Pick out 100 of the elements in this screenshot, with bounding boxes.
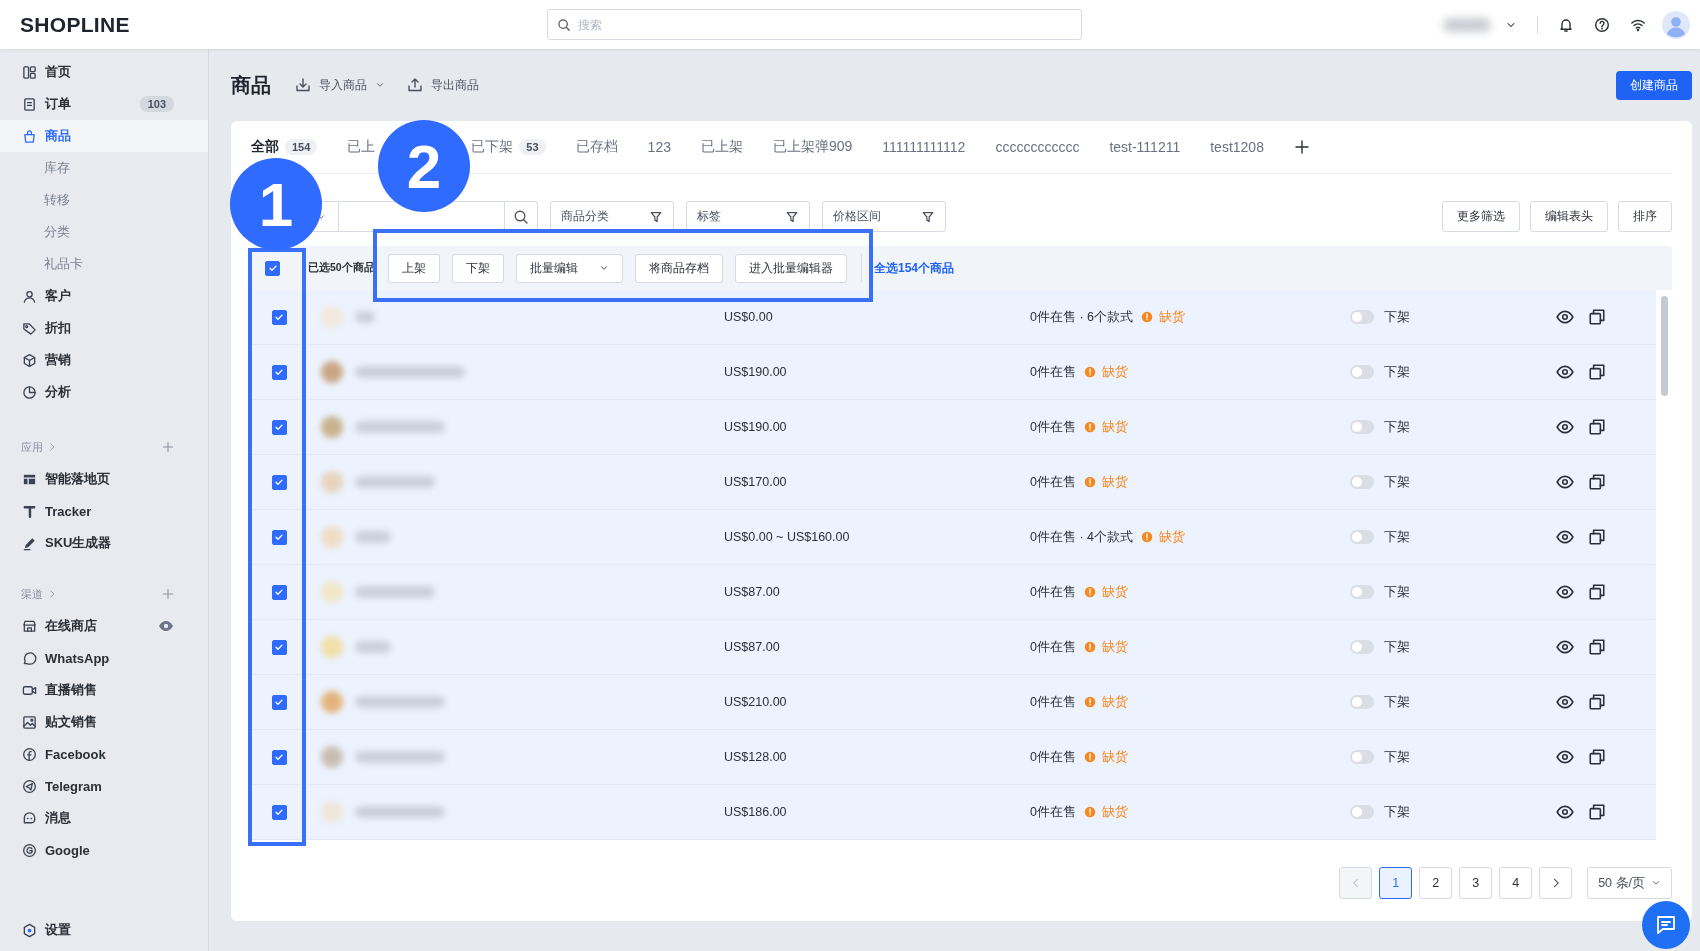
tab[interactable]: 已上架	[700, 138, 743, 156]
copy-icon[interactable]	[1588, 528, 1606, 546]
sidebar-item[interactable]: 首页	[0, 56, 208, 88]
chat-button[interactable]	[1642, 901, 1690, 949]
tab[interactable]: 123	[647, 139, 671, 155]
sidebar-item[interactable]: WhatsApp	[0, 642, 208, 674]
sidebar-item[interactable]: 折扣	[0, 312, 208, 344]
select-all-link[interactable]: 全选154个商品	[874, 259, 955, 277]
checkbox[interactable]	[271, 474, 287, 490]
checkbox[interactable]	[271, 419, 287, 435]
eye-icon[interactable]	[1556, 418, 1574, 436]
copy-icon[interactable]	[1588, 308, 1606, 326]
page-button[interactable]: 3	[1459, 867, 1493, 899]
page-title: 商品	[231, 72, 271, 98]
toggle-switch[interactable]	[1350, 585, 1374, 599]
page-size-dropdown[interactable]: 50 条/页	[1587, 867, 1672, 899]
toolbar-button[interactable]: 编辑表头	[1530, 201, 1608, 232]
tab[interactable]: test-111211	[1109, 139, 1181, 155]
page-button[interactable]: 2	[1419, 867, 1453, 899]
bulk-action-button[interactable]: 将商品存档	[635, 253, 723, 283]
search-field[interactable]: 搜索	[547, 9, 1082, 40]
bell-icon[interactable]	[1558, 16, 1574, 33]
toggle-switch[interactable]	[1350, 640, 1374, 654]
eye-icon[interactable]	[1556, 748, 1574, 766]
sidebar-item[interactable]: 贴文销售	[0, 706, 208, 738]
tab[interactable]: cccccccccccc	[995, 139, 1080, 155]
sidebar-subitem[interactable]: 转移	[0, 184, 208, 216]
copy-icon[interactable]	[1588, 803, 1606, 821]
tab[interactable]: 111111111112	[882, 139, 966, 155]
eye-icon[interactable]	[1556, 803, 1574, 821]
sidebar-item[interactable]: 商品	[0, 120, 208, 152]
eye-icon[interactable]	[1556, 473, 1574, 491]
sidebar-item[interactable]: 消息	[0, 802, 208, 834]
sidebar-item[interactable]: 智能落地页	[0, 463, 208, 495]
toolbar-button[interactable]: 排序	[1618, 201, 1672, 232]
toolbar-button[interactable]: 更多筛选	[1442, 201, 1520, 232]
sidebar-item[interactable]: Facebook	[0, 738, 208, 770]
copy-icon[interactable]	[1588, 363, 1606, 381]
tab[interactable]: test1208	[1210, 139, 1264, 155]
bulk-action-button[interactable]: 进入批量编辑器	[735, 253, 847, 283]
toggle-switch[interactable]	[1350, 695, 1374, 709]
sidebar-subitem[interactable]: 分类	[0, 216, 208, 248]
sidebar-item[interactable]: Tracker	[0, 495, 208, 527]
sidebar-item[interactable]: SKU生成器	[0, 527, 208, 559]
eye-icon[interactable]	[1556, 308, 1574, 326]
sidebar-item[interactable]: 订单 103	[0, 88, 208, 120]
checkbox[interactable]	[271, 749, 287, 765]
header-action[interactable]: 导出商品	[407, 76, 479, 94]
checkbox[interactable]	[271, 309, 287, 325]
page-button[interactable]: 1	[1379, 867, 1413, 899]
checkbox[interactable]	[271, 804, 287, 820]
tab[interactable]: 已存档	[575, 138, 618, 156]
eye-icon[interactable]	[1556, 693, 1574, 711]
copy-icon[interactable]	[1588, 748, 1606, 766]
tab[interactable]: 已上	[347, 138, 376, 156]
listing-text: 下架	[1384, 748, 1410, 766]
bulk-action-button[interactable]: 下架	[452, 253, 504, 283]
sidebar-item[interactable]: 分析	[0, 376, 208, 408]
checkbox[interactable]	[271, 364, 287, 380]
sidebar-item[interactable]: 客户	[0, 280, 208, 312]
sidebar-item[interactable]: 设置	[0, 914, 208, 946]
sidebar-item[interactable]: Google	[0, 834, 208, 866]
toggle-switch[interactable]	[1350, 310, 1374, 324]
tab[interactable]: 已上架弹909	[772, 138, 853, 156]
bulk-action-button[interactable]: 批量编辑	[516, 253, 623, 283]
copy-icon[interactable]	[1588, 638, 1606, 656]
checkbox[interactable]	[265, 260, 280, 276]
eye-icon[interactable]	[1556, 363, 1574, 381]
sidebar-item[interactable]: 营销	[0, 344, 208, 376]
eye-icon[interactable]	[1556, 528, 1574, 546]
tab[interactable]: 已下架 53	[471, 138, 546, 156]
eye-icon[interactable]	[1556, 583, 1574, 601]
toggle-switch[interactable]	[1350, 420, 1374, 434]
toggle-switch[interactable]	[1350, 750, 1374, 764]
copy-icon[interactable]	[1588, 583, 1606, 601]
sidebar-item[interactable]: 直播销售	[0, 674, 208, 706]
sidebar-item[interactable]: Telegram	[0, 770, 208, 802]
checkbox[interactable]	[271, 584, 287, 600]
copy-icon[interactable]	[1588, 473, 1606, 491]
toggle-switch[interactable]	[1350, 365, 1374, 379]
checkbox[interactable]	[271, 639, 287, 655]
copy-icon[interactable]	[1588, 693, 1606, 711]
add-tab-icon[interactable]	[1293, 139, 1310, 155]
copy-icon[interactable]	[1588, 418, 1606, 436]
toggle-switch[interactable]	[1350, 805, 1374, 819]
sidebar-item[interactable]: 在线商店	[0, 610, 208, 642]
warning-icon	[1083, 586, 1096, 598]
checkbox[interactable]	[271, 694, 287, 710]
eye-icon[interactable]	[1556, 638, 1574, 656]
filter-dropdown[interactable]: 价格区间	[822, 201, 946, 232]
header-action[interactable]: 导入商品	[295, 76, 385, 94]
create-button[interactable]: 创建商品	[1616, 70, 1692, 100]
help-icon[interactable]	[1594, 16, 1610, 33]
tab[interactable]: 全部 154	[251, 138, 318, 156]
toggle-switch[interactable]	[1350, 475, 1374, 489]
page-button[interactable]: 4	[1499, 867, 1533, 899]
scrollbar[interactable]	[1661, 296, 1668, 396]
toggle-switch[interactable]	[1350, 530, 1374, 544]
checkbox[interactable]	[271, 529, 287, 545]
bulk-action-button[interactable]: 上架	[388, 253, 440, 283]
